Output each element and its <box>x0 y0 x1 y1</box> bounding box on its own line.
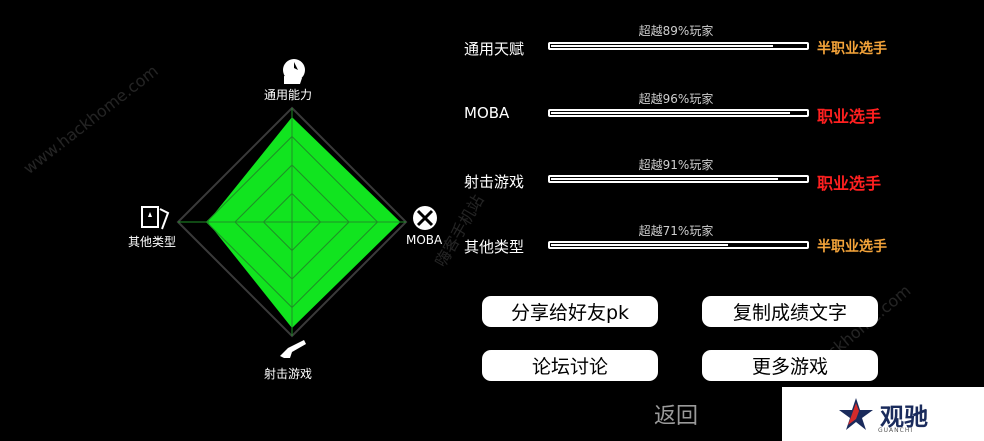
guanchi-logo: 观驰 GUANCHI <box>782 387 984 441</box>
rifle-icon <box>280 340 306 358</box>
axis-label-other: 其他类型 <box>128 235 177 249</box>
stat-rank: 半职业选手 <box>817 239 887 255</box>
more-games-button[interactable]: 更多游戏 <box>702 350 878 381</box>
forum-button[interactable]: 论坛讨论 <box>482 350 658 381</box>
radar-inner-grid <box>178 108 406 336</box>
stat-percent-text: 超越89%玩家 <box>638 24 714 38</box>
axis-label-general: 通用能力 <box>264 88 313 102</box>
stat-label: 射击游戏 <box>464 173 525 191</box>
stat-progress-fill <box>551 178 778 180</box>
stat-progress-fill <box>551 244 728 246</box>
stat-progress-bar <box>548 109 809 117</box>
stat-rank: 职业选手 <box>817 174 882 193</box>
stat-progress-bar <box>548 42 809 50</box>
stat-progress-fill <box>551 112 791 114</box>
axis-label-moba: MOBA <box>406 233 443 247</box>
playing-card-icon <box>141 206 170 230</box>
stat-percent-text: 超越71%玩家 <box>638 224 714 238</box>
stat-rank: 职业选手 <box>817 107 882 126</box>
stat-progress-fill <box>551 45 773 47</box>
stat-label: MOBA <box>464 104 510 122</box>
crossed-swords-icon <box>413 206 437 230</box>
back-button[interactable]: 返回 <box>654 398 698 430</box>
share-button[interactable]: 分享给好友pk <box>482 296 658 327</box>
stat-rank: 半职业选手 <box>817 41 887 57</box>
stat-label: 其他类型 <box>464 238 525 256</box>
stat-label: 通用天赋 <box>464 40 525 58</box>
star-logo-icon <box>839 398 873 430</box>
radar-chart <box>141 59 437 358</box>
axis-label-shooter: 射击游戏 <box>264 367 313 381</box>
copy-result-button[interactable]: 复制成绩文字 <box>702 296 878 327</box>
stat-percent-text: 超越96%玩家 <box>638 92 714 106</box>
logo-subtext: GUANCHI <box>878 427 914 434</box>
stat-progress-bar <box>548 175 809 183</box>
stat-percent-text: 超越91%玩家 <box>638 158 714 172</box>
head-profile-icon <box>283 59 305 84</box>
stat-progress-bar <box>548 241 809 249</box>
